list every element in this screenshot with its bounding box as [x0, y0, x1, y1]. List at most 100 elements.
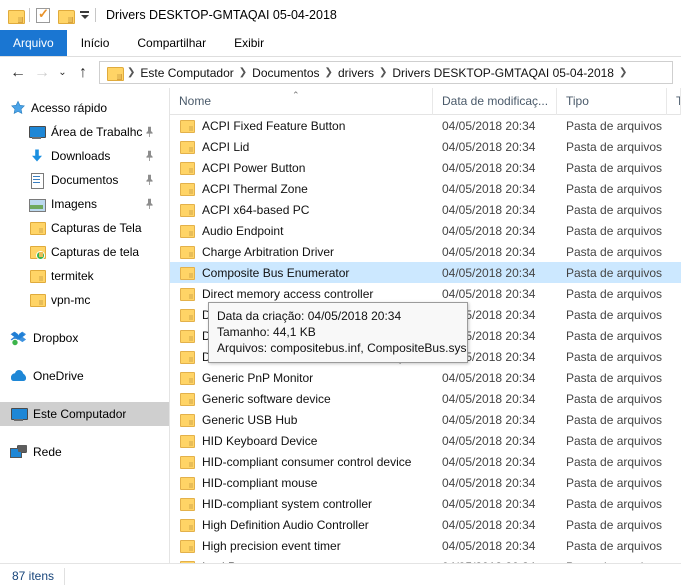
- tooltip-files: Arquivos: compositebus.inf, CompositeBus…: [217, 341, 467, 355]
- breadcrumb-item-current[interactable]: Drivers DESKTOP-GMTAQAI 05-04-2018: [392, 66, 614, 80]
- cell-name: ACPI Power Button: [170, 161, 433, 175]
- cell-name: High precision event timer: [170, 539, 433, 553]
- sidebar-item-termitek[interactable]: termitek: [0, 264, 169, 288]
- table-row[interactable]: ACPI Power Button 04/05/2018 20:34 Pasta d…: [170, 157, 681, 178]
- table-row[interactable]: ACPI Thermal Zone 04/05/2018 20:34 Pasta d…: [170, 178, 681, 199]
- pin-icon[interactable]: [142, 124, 158, 140]
- breadcrumb[interactable]: ❯ Este Computador ❯ Documentos ❯ drivers…: [99, 61, 673, 84]
- cell-type: Pasta de arquivos: [566, 433, 663, 448]
- table-row[interactable]: High precision event timer 04/05/2018 20:…: [170, 535, 681, 556]
- folder-icon: [179, 329, 195, 343]
- table-row[interactable]: Generic PnP Monitor 04/05/2018 20:34 Pasta…: [170, 367, 681, 388]
- table-row[interactable]: High Definition Audio Controller 04/05/20…: [170, 514, 681, 535]
- sidebar-item-label: Dropbox: [33, 331, 79, 345]
- up-button[interactable]: ↑: [71, 61, 95, 85]
- breadcrumb-item-drivers[interactable]: drivers: [338, 66, 374, 80]
- column-header-label: Data de modificaç...: [442, 94, 549, 108]
- sidebar-item-dropbox[interactable]: Dropbox: [0, 326, 169, 350]
- breadcrumb-item-este-computador[interactable]: Este Computador: [140, 66, 233, 80]
- sidebar-item-rea-de-trabalhc[interactable]: Área de Trabalhc: [0, 120, 169, 144]
- table-row[interactable]: ACPI Lid 04/05/2018 20:34 Pasta de arquivo…: [170, 136, 681, 157]
- folder-icon: [28, 268, 46, 284]
- cell-name: ACPI Lid: [170, 140, 433, 154]
- sidebar-item-acesso-r-pido[interactable]: Acesso rápido: [0, 96, 169, 120]
- folder-icon: [179, 455, 195, 469]
- breadcrumb-item-documentos[interactable]: Documentos: [252, 66, 319, 80]
- sidebar-item-capturas-de-tela[interactable]: Capturas de tela: [0, 240, 169, 264]
- cell-modified-date: 04/05/2018 20:34: [442, 223, 536, 238]
- file-name-label: High Definition Audio Controller: [202, 517, 369, 532]
- sidebar-item-imagens[interactable]: Imagens: [0, 192, 169, 216]
- file-name-label: ACPI Thermal Zone: [202, 181, 308, 196]
- table-row[interactable]: Generic software device 04/05/2018 20:34 P…: [170, 388, 681, 409]
- pin-icon[interactable]: [142, 148, 158, 164]
- navigation-pane[interactable]: Acesso rápido Área de Trabalhc Downloads Do…: [0, 88, 170, 563]
- sidebar-item-onedrive[interactable]: OneDrive: [0, 364, 169, 388]
- table-row[interactable]: Charge Arbitration Driver 04/05/2018 20:3…: [170, 241, 681, 262]
- breadcrumb-separator[interactable]: ❯: [127, 67, 135, 78]
- tab-arquivo[interactable]: Arquivo: [0, 30, 67, 56]
- table-row[interactable]: Audio Endpoint 04/05/2018 20:34 Pasta de a…: [170, 220, 681, 241]
- file-name-label: HID-compliant system controller: [202, 496, 373, 511]
- column-header-t[interactable]: T: [667, 88, 681, 115]
- file-name-label: ACPI Power Button: [202, 160, 306, 175]
- table-row[interactable]: Generic USB Hub 04/05/2018 20:34 Pasta de …: [170, 409, 681, 430]
- recent-locations-button[interactable]: ⌄: [54, 61, 71, 85]
- cell-type: Pasta de arquivos: [566, 475, 663, 490]
- cell-name: Audio Endpoint: [170, 224, 433, 238]
- column-header-tipo[interactable]: Tipo: [557, 88, 667, 115]
- folder-icon: [179, 413, 195, 427]
- file-name-label: ACPI x64-based PC: [202, 202, 310, 217]
- customize-qat-dropdown-icon[interactable]: [80, 11, 89, 19]
- sidebar-item-vpn-mc[interactable]: vpn-mc: [0, 288, 169, 312]
- column-header-data-de-modifica[interactable]: Data de modificaç...: [433, 88, 557, 115]
- breadcrumb-separator[interactable]: ❯: [379, 67, 387, 78]
- qat-divider: [29, 8, 30, 22]
- sort-ascending-icon: ⌃: [292, 89, 300, 100]
- table-row[interactable]: Composite Bus Enumerator 04/05/2018 20:34…: [170, 262, 681, 283]
- sidebar-item-downloads[interactable]: Downloads: [0, 144, 169, 168]
- back-button[interactable]: ←: [6, 61, 30, 85]
- pin-icon[interactable]: [142, 172, 158, 188]
- table-row[interactable]: ACPI x64-based PC 04/05/2018 20:34 Pasta d…: [170, 199, 681, 220]
- folder-icon: [179, 119, 195, 133]
- sidebar-item-rede[interactable]: Rede: [0, 440, 169, 464]
- sidebar-item-capturas-de-tela[interactable]: Capturas de Tela: [0, 216, 169, 240]
- onedrive-cloud-icon: [10, 368, 28, 384]
- tab-inicio[interactable]: Início: [67, 30, 124, 56]
- file-name-label: Charge Arbitration Driver: [202, 244, 335, 259]
- pin-icon[interactable]: [142, 196, 158, 212]
- title-divider: [95, 8, 96, 22]
- breadcrumb-separator[interactable]: ❯: [325, 67, 333, 78]
- sidebar-item-este-computador[interactable]: Este Computador: [0, 402, 169, 426]
- tab-exibir[interactable]: Exibir: [220, 30, 278, 56]
- table-row[interactable]: HID-compliant consumer control device 04/…: [170, 451, 681, 472]
- table-row[interactable]: Direct memory access controller 04/05/201…: [170, 283, 681, 304]
- cell-type: Pasta de arquivos: [566, 454, 663, 469]
- cell-modified-date: 04/05/2018 20:34: [442, 181, 536, 196]
- cell-name: ACPI x64-based PC: [170, 203, 433, 217]
- cell-modified-date: 04/05/2018 20:34: [442, 475, 536, 490]
- column-header-nome[interactable]: Nome ⌃: [170, 88, 433, 115]
- cell-name: HID Keyboard Device: [170, 434, 433, 448]
- table-row[interactable]: ACPI Fixed Feature Button 04/05/2018 20:3…: [170, 115, 681, 136]
- sidebar-item-documentos[interactable]: Documentos: [0, 168, 169, 192]
- sidebar-item-label: Capturas de Tela: [51, 221, 142, 235]
- table-row[interactable]: HID-compliant system controller 04/05/201…: [170, 493, 681, 514]
- new-folder-icon[interactable]: [58, 9, 75, 24]
- table-row[interactable]: HID-compliant mouse 04/05/2018 20:34 Pasta…: [170, 472, 681, 493]
- cell-modified-date: 04/05/2018 20:34: [442, 202, 536, 217]
- cell-modified-date: 04/05/2018 20:34: [442, 433, 536, 448]
- breadcrumb-separator[interactable]: ❯: [239, 67, 247, 78]
- table-row[interactable]: HID Keyboard Device 04/05/2018 20:34 Pasta…: [170, 430, 681, 451]
- cell-modified-date: 04/05/2018 20:34: [442, 265, 536, 280]
- table-row[interactable]: Intel Processor04/05/2018 20:34Pasta de …: [170, 556, 681, 563]
- folder-icon: [28, 292, 46, 308]
- tab-compartilhar[interactable]: Compartilhar: [123, 30, 220, 56]
- folder-icon[interactable]: [8, 9, 25, 24]
- forward-button[interactable]: →: [30, 61, 54, 85]
- breadcrumb-separator[interactable]: ❯: [619, 67, 627, 78]
- properties-icon[interactable]: [36, 6, 50, 23]
- file-name-label: ACPI Lid: [202, 139, 250, 154]
